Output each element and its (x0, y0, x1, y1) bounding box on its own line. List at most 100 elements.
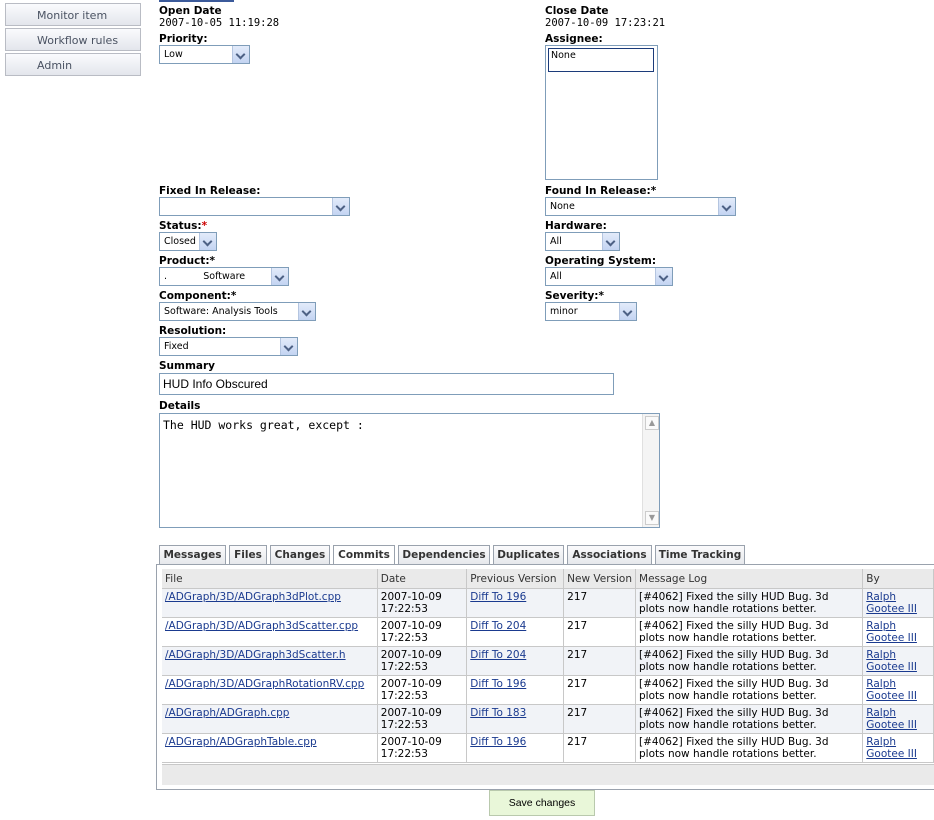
column-header-date[interactable]: Date (377, 569, 468, 589)
diff-link[interactable]: Diff To 204 (470, 620, 526, 632)
file-cell: /ADGraph/3D/ADGraph3dScatter.h (162, 646, 378, 676)
author-link[interactable]: Ralph (866, 678, 896, 690)
message-line: plots now handle rotations better. (639, 603, 817, 615)
required-marker: * (230, 290, 237, 302)
author-link[interactable]: Gootee III (866, 690, 917, 702)
summary-input[interactable]: HUD Info Obscured (159, 373, 614, 395)
file-link[interactable]: /ADGraph/3D/ADGraph3dScatter.h (165, 649, 346, 661)
operating-system-value: All (550, 271, 562, 282)
diff-link[interactable]: Diff To 196 (470, 736, 526, 748)
message-line: [#4062] Fixed the silly HUD Bug. 3d (639, 736, 829, 748)
by-cell: Ralph Gootee III (862, 617, 934, 647)
author-link[interactable]: Gootee III (866, 748, 917, 760)
diff-link[interactable]: Diff To 204 (470, 649, 526, 661)
tab-files[interactable]: Files (229, 545, 267, 564)
new-version-cell: 217 (563, 646, 637, 676)
details-label: Details (159, 400, 201, 412)
author-link[interactable]: Gootee III (866, 719, 917, 731)
message-log-cell: [#4062] Fixed the silly HUD Bug. 3d plots… (635, 617, 864, 647)
file-cell: /ADGraph/3D/ADGraph3dPlot.cpp (162, 588, 378, 618)
sidebar-item-workflow-rules[interactable]: Workflow rules (5, 28, 141, 51)
hardware-select[interactable]: All (545, 232, 620, 251)
chevron-down-icon (199, 233, 216, 250)
details-scrollbar[interactable]: ▲ ▼ (642, 414, 659, 527)
previous-version-cell: Diff To 183 (466, 704, 565, 734)
scroll-down-icon[interactable]: ▼ (645, 511, 659, 525)
by-cell: Ralph Gootee III (862, 675, 934, 705)
author-link[interactable]: Ralph (866, 707, 896, 719)
component-select[interactable]: Software: Analysis Tools (159, 302, 316, 321)
by-cell: Ralph Gootee III (862, 588, 934, 618)
message-line: plots now handle rotations better. (639, 748, 817, 760)
message-log-cell: [#4062] Fixed the silly HUD Bug. 3d plots… (635, 733, 864, 763)
table-header-row: File Date Previous Version New Version M… (162, 569, 934, 589)
author-link[interactable]: Ralph (866, 736, 896, 748)
author-link[interactable]: Gootee III (866, 603, 917, 615)
sidebar-item-monitor[interactable]: Monitor item (5, 3, 141, 26)
author-link[interactable]: Gootee III (866, 632, 917, 644)
severity-select[interactable]: minor (545, 302, 637, 321)
time-value: 17:22:53 (380, 719, 428, 731)
column-header-message-log[interactable]: Message Log (635, 569, 864, 589)
tab-time-tracking[interactable]: Time Tracking (655, 545, 745, 564)
tab-duplicates[interactable]: Duplicates (493, 545, 564, 564)
save-button[interactable]: Save changes (489, 790, 595, 816)
author-link[interactable]: Gootee III (866, 661, 917, 673)
required-marker: * (650, 185, 657, 197)
found-in-release-label: Found In Release:* (545, 185, 656, 197)
status-label-text: Status: (159, 220, 202, 232)
date-value: 2007-10-09 (380, 678, 442, 690)
close-date-label: Close Date (545, 5, 609, 17)
priority-select[interactable]: Low (159, 45, 250, 64)
diff-link[interactable]: Diff To 196 (470, 591, 526, 603)
chevron-down-icon (280, 338, 297, 355)
diff-link[interactable]: Diff To 183 (470, 707, 526, 719)
assignee-option[interactable]: None (548, 48, 654, 72)
table-row: /ADGraph/3D/ADGraph3dScatter.cpp 2007-10-… (162, 617, 934, 647)
file-link[interactable]: /ADGraph/ADGraph.cpp (165, 707, 289, 719)
tab-messages[interactable]: Messages (159, 545, 226, 564)
table-row: /ADGraph/3D/ADGraph3dPlot.cpp 2007-10-09 1… (162, 588, 934, 618)
details-textarea[interactable]: The HUD works great, except : ▲ ▼ (159, 413, 660, 528)
file-link[interactable]: /ADGraph/3D/ADGraphRotationRV.cpp (165, 678, 364, 690)
column-header-file[interactable]: File (162, 569, 378, 589)
chevron-down-icon (602, 233, 619, 250)
tab-dependencies[interactable]: Dependencies (398, 545, 490, 564)
table-footer (162, 764, 934, 785)
operating-system-label: Operating System: (545, 255, 657, 267)
assignee-listbox[interactable]: None (545, 45, 658, 180)
product-label-text: Product: (159, 255, 210, 267)
product-select[interactable]: . Software (159, 267, 289, 286)
message-line: [#4062] Fixed the silly HUD Bug. 3d (639, 591, 829, 603)
file-link[interactable]: /ADGraph/ADGraphTable.cpp (165, 736, 317, 748)
table-row: /ADGraph/ADGraphTable.cpp 2007-10-09 17:22… (162, 733, 934, 763)
column-header-by[interactable]: By (862, 569, 934, 589)
operating-system-select[interactable]: All (545, 267, 673, 286)
found-in-release-value: None (550, 201, 575, 212)
status-select[interactable]: Closed (159, 232, 217, 251)
tab-commits[interactable]: Commits (333, 545, 395, 565)
author-link[interactable]: Ralph (866, 620, 896, 632)
column-header-new-version[interactable]: New Version (563, 569, 637, 589)
found-in-release-select[interactable]: None (545, 197, 736, 216)
date-value: 2007-10-09 (380, 707, 442, 719)
message-line: [#4062] Fixed the silly HUD Bug. 3d (639, 620, 829, 632)
file-link[interactable]: /ADGraph/3D/ADGraph3dPlot.cpp (165, 591, 341, 603)
author-link[interactable]: Ralph (866, 649, 896, 661)
message-log-cell: [#4062] Fixed the silly HUD Bug. 3d plots… (635, 646, 864, 676)
resolution-select[interactable]: Fixed (159, 337, 298, 356)
file-link[interactable]: /ADGraph/3D/ADGraph3dScatter.cpp (165, 620, 358, 632)
product-value: . Software (164, 271, 246, 282)
tab-associations[interactable]: Associations (567, 545, 652, 564)
tab-changes[interactable]: Changes (270, 545, 330, 564)
column-header-previous-version[interactable]: Previous Version (466, 569, 565, 589)
author-link[interactable]: Ralph (866, 591, 896, 603)
fixed-in-release-select[interactable] (159, 197, 350, 216)
sidebar-item-admin[interactable]: Admin (5, 53, 141, 76)
new-version-cell: 217 (563, 733, 637, 763)
previous-version-cell: Diff To 196 (466, 675, 565, 705)
scroll-up-icon[interactable]: ▲ (645, 416, 659, 430)
diff-link[interactable]: Diff To 196 (470, 678, 526, 690)
table-row: /ADGraph/ADGraph.cpp 2007-10-09 17:22:53 Di… (162, 704, 934, 734)
chevron-down-icon (232, 46, 249, 63)
